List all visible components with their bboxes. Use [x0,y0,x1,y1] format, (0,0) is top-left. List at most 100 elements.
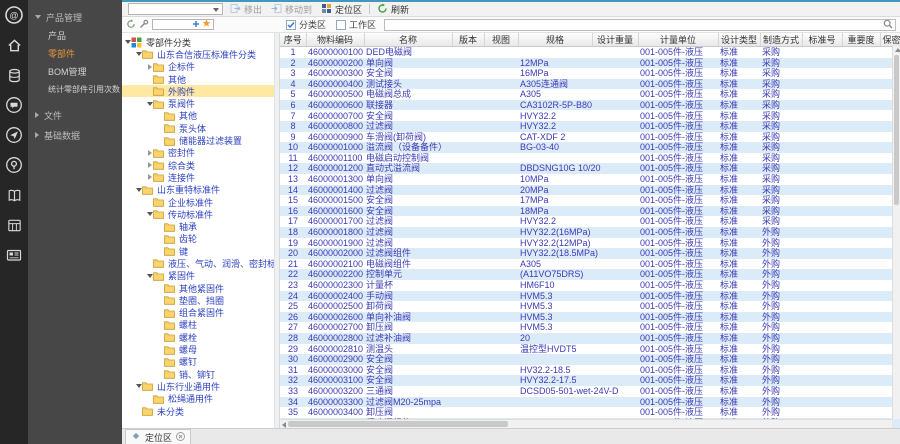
table-row[interactable]: 1446000001400过滤阀20MPa001-005件-液压标准采购 [280,185,900,196]
nav-item-1[interactable]: 产品 [28,27,122,45]
tree-node[interactable]: 其他 [122,73,274,85]
locate-area-button[interactable]: 定位区 [319,3,364,16]
tree-node[interactable]: 螺柱 [122,319,274,331]
tree-node[interactable]: 松绳通用件 [122,393,274,405]
tree-node[interactable]: 齿轮 [122,233,274,245]
tree-node[interactable]: 泵头体 [122,122,274,134]
tree-node-selected[interactable]: 外购件 [122,85,274,97]
table-row[interactable]: 2946000002810测温头温控型HVDT5001-005件-液压标准外购 [280,344,900,355]
card-icon[interactable] [2,243,26,267]
table-row[interactable]: 2546000002500卸荷阀HVM5.3001-005件-液压标准外购 [280,301,900,312]
table-row[interactable]: 1146000001100电磁启动控制阀001-005件-液压标准采购 [280,153,900,164]
column-header-no[interactable]: 序号 [280,33,306,47]
tree-node[interactable]: 传动标准件 [122,208,274,220]
table-row[interactable]: 3546000003400卸压阀001-005件-液压标准外购 [280,407,900,418]
table-row[interactable]: 1346000001300单向阀10MPa001-005件-液压标准采购 [280,174,900,185]
tree-node[interactable]: 连接件 [122,171,274,183]
table-row[interactable]: 646000000600联接器CA3102R-5P-B80001-005件-液压… [280,100,900,111]
tree-filter-input[interactable] [152,19,214,30]
tree-node[interactable]: 储能器过滤装置 [122,134,274,146]
tree-node[interactable]: 轴承 [122,220,274,232]
move-out-button[interactable]: 移出 [228,3,264,16]
nav-group-files[interactable]: 文件 [28,105,122,125]
category-combo[interactable] [128,3,223,15]
plus-icon[interactable] [192,20,200,30]
database-icon[interactable] [2,63,26,87]
tree-expand-icon[interactable] [124,40,131,44]
tree-node[interactable]: 未分类 [122,405,274,417]
tree-node[interactable]: 螺栓 [122,331,274,343]
horizontal-scrollbar[interactable] [280,419,892,428]
refresh-button[interactable]: 刷新 [375,3,411,16]
tree-node[interactable]: 螺母 [122,343,274,355]
scroll-up-arrow-icon[interactable] [895,48,900,52]
table-row[interactable]: 2446000002400手动阀HVM5.3001-005件-液压标准外购 [280,291,900,302]
column-header-code[interactable]: 物料编码 [306,33,364,47]
tree-collapse-icon[interactable] [146,162,153,168]
column-header-weight[interactable]: 设计重量 [592,33,638,47]
column-header-secret[interactable]: 保密代号 [880,33,900,47]
table-row[interactable]: 946000000900车滑阀(卸荷阀)CAT-XDF 2001-005件-液压… [280,132,900,143]
move-to-button[interactable]: 移动到 [269,3,314,16]
close-icon[interactable] [176,432,185,443]
tree-node[interactable]: 企业标准件 [122,196,274,208]
tree-node[interactable]: 泵阀件 [122,97,274,109]
column-header-design_type[interactable]: 设计类型 [718,33,760,47]
nav-item-4[interactable]: 统计零部件引用次数 [28,81,122,99]
tree-node[interactable]: 销、铆钉 [122,368,274,380]
table-row[interactable]: 446000000400测试接头A305连通阀001-005件-液压标准采购 [280,79,900,90]
tree-expand-icon[interactable] [135,52,142,56]
table-row[interactable]: 3146000003000安全阀HV32.2-18.5001-005件-液压标准… [280,365,900,376]
nav-item-2[interactable]: 零部件 [28,45,122,63]
table-row[interactable]: 1546000001500安全阀17MPa001-005件-液压标准采购 [280,195,900,206]
search-input[interactable] [384,19,896,31]
book-icon[interactable] [2,183,26,207]
nav-group-product-management[interactable]: 产品管理 [28,7,122,27]
table-row[interactable]: 246000000200单向阀12MPa001-005件-液压标准采购 [280,58,900,69]
tree-node[interactable]: 山东重特标准件 [122,184,274,196]
logo-icon[interactable]: @ [2,3,26,27]
schedule-icon[interactable] [2,213,26,237]
tree-expand-icon[interactable] [146,274,153,278]
tree-node[interactable]: 液压、气动、润滑、密封标准件 [122,257,274,269]
chat-icon[interactable] [2,93,26,117]
tree-expand-icon[interactable] [146,212,153,216]
table-row[interactable]: 2846000002800过滤补油阀20001-005件-液压标准外购 [280,333,900,344]
tree-node[interactable]: 螺钉 [122,356,274,368]
scroll-left-arrow-icon[interactable] [282,422,286,428]
table-row[interactable]: 3046000002900安全阀001-005件-液压标准外购 [280,354,900,365]
column-header-name[interactable]: 名称 [364,33,452,47]
table-row[interactable]: 3346000003200三通阀DCSD05-501-wet-24V-D001-… [280,386,900,397]
vertical-scroll-thumb[interactable] [894,55,899,205]
location-icon[interactable] [2,153,26,177]
tree-node[interactable]: 其他 [122,110,274,122]
table-row[interactable]: 2746000002700卸压阀HVM5.3001-005件-液压标准外购 [280,322,900,333]
tree-node[interactable]: 垫圈、挡圈 [122,294,274,306]
search-icon[interactable] [883,19,893,31]
nav-group-basic-data[interactable]: 基础数据 [28,125,122,145]
home-icon[interactable] [2,33,26,57]
tree-node[interactable]: 键 [122,245,274,257]
table-row[interactable]: 2646000002600单向补油阀HVM5.3001-005件-液压标准外购 [280,312,900,323]
column-header-view[interactable]: 视图 [484,33,518,47]
column-header-spec[interactable]: 规格 [518,33,592,47]
horizontal-scroll-thumb[interactable] [288,421,508,427]
table-row[interactable]: 2146000002100电磁阀组件A305001-005件-液压标准外购 [280,259,900,270]
table-row[interactable]: 846000000800过滤阀HVY32.2001-005件-液压标准采购 [280,121,900,132]
table-row[interactable]: 3246000003100安全阀HVY32.2-17.5001-005件-液压标… [280,375,900,386]
table-row[interactable]: 1946000001900过滤阀HVY32.2(12MPa)001-005件-液… [280,238,900,249]
table-row[interactable]: 1246000001200直动式溢流阀DBDSNG10G 10/20001-00… [280,163,900,174]
tree-expand-icon[interactable] [146,102,153,106]
work-area-checkbox[interactable]: 工作区 [336,18,376,31]
column-header-importance[interactable]: 重要度 [842,33,880,47]
table-row[interactable]: 346000000300安全阀16MPa001-005件-液压标准采购 [280,68,900,79]
table-row[interactable]: 746000000700安全阀HVY32.2001-005件-液压标准采购 [280,110,900,121]
table-row[interactable]: 546000000500电磁阀总成A305001-005件-液压标准采购 [280,89,900,100]
tree-collapse-icon[interactable] [146,64,153,70]
table-row[interactable]: 146000000100DED电磁阀001-005件-液压标准采购 [280,47,900,58]
table-row[interactable]: 1046000001000溢流阀（设备备件）BG-03-40001-005件-液… [280,142,900,153]
locate-area-tab[interactable]: 定位区 [125,429,191,444]
tree-expand-icon[interactable] [135,188,142,192]
nav-item-3[interactable]: BOM管理 [28,63,122,81]
table-row[interactable]: 1746000001700过滤阀HVY32.2001-005件-液压标准采购 [280,216,900,227]
